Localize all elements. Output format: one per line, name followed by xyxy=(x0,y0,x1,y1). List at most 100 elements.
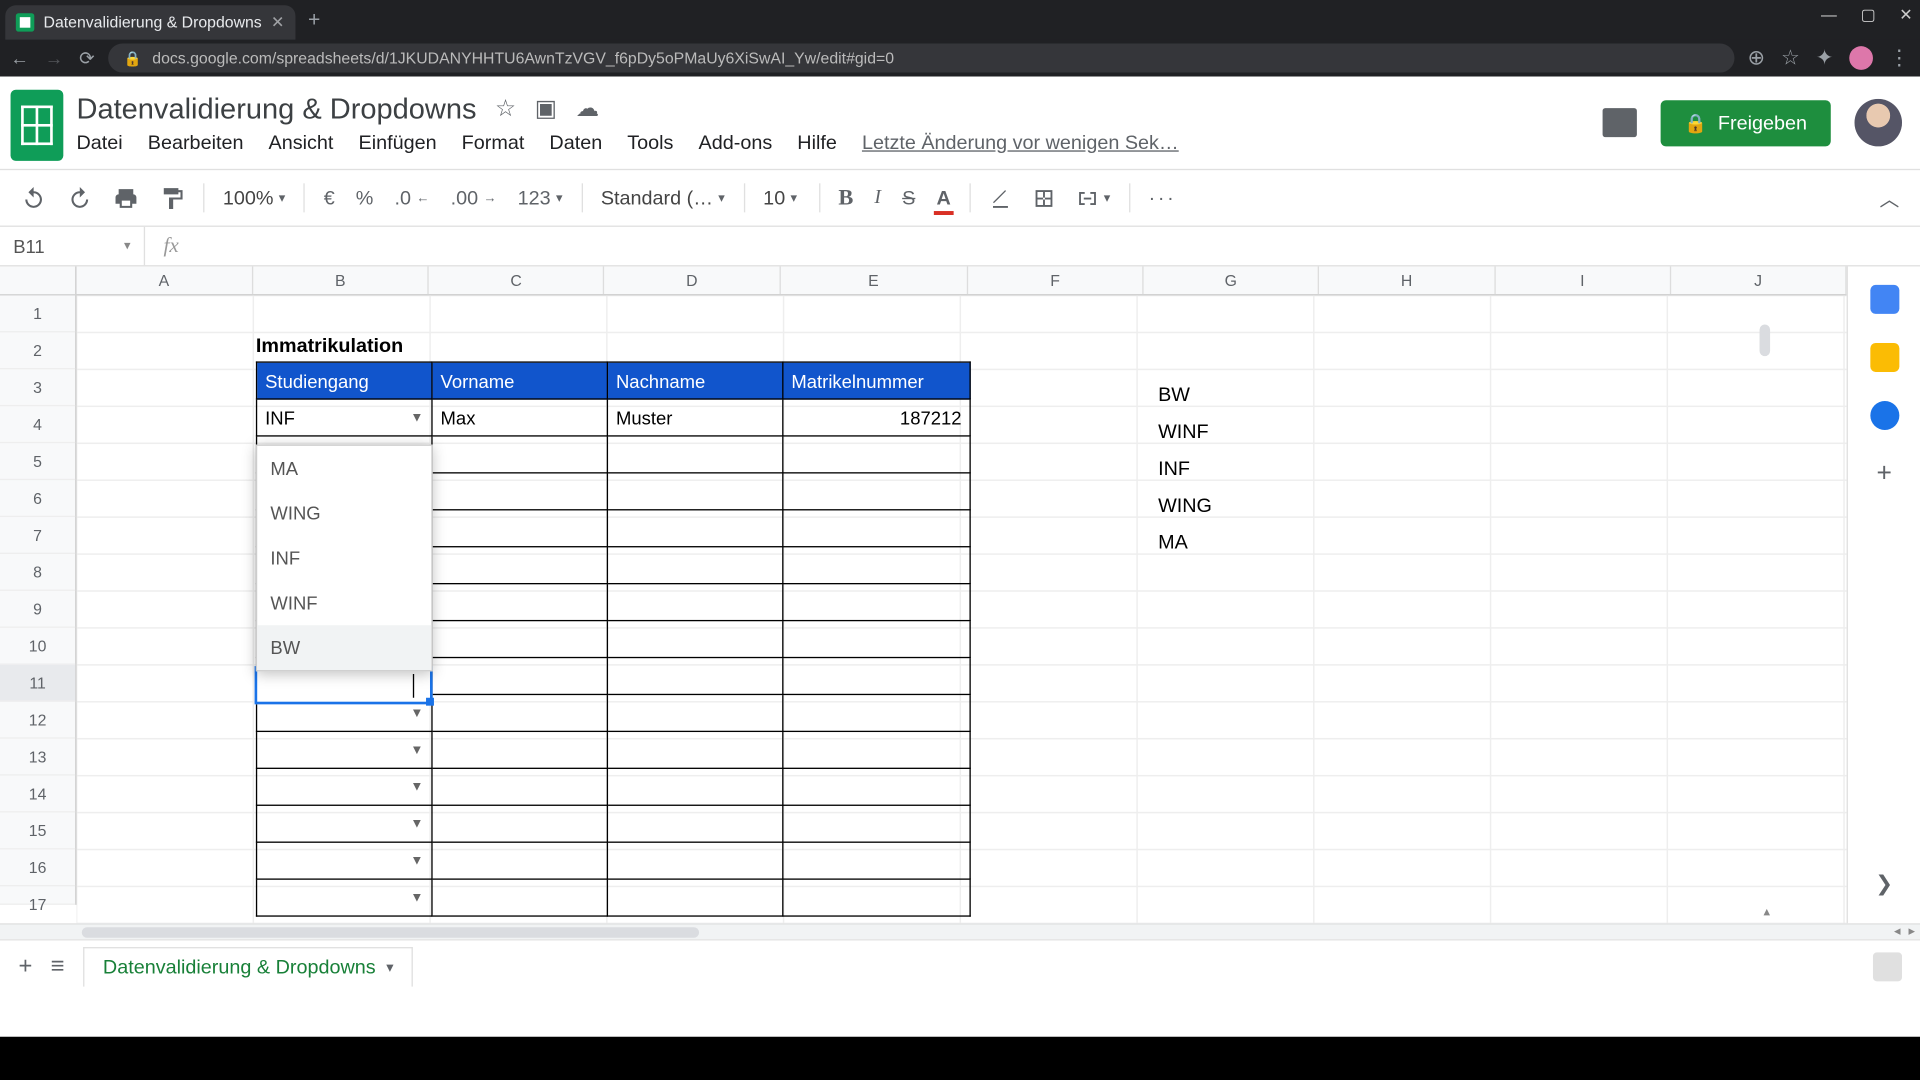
cell-e14[interactable] xyxy=(783,768,970,805)
column-header-a[interactable]: A xyxy=(76,266,253,294)
cell-d11[interactable] xyxy=(607,658,782,695)
cell-c6[interactable] xyxy=(432,473,607,510)
redo-button[interactable] xyxy=(65,180,95,216)
dropdown-option[interactable]: INF xyxy=(257,536,431,581)
profile-icon[interactable] xyxy=(1849,46,1873,70)
cell-e5[interactable] xyxy=(783,436,970,473)
row-header-12[interactable]: 12 xyxy=(0,702,75,739)
back-button[interactable]: ← xyxy=(11,47,29,69)
validation-dropdown[interactable]: MA WING INF WINF BW xyxy=(256,445,433,672)
address-bar[interactable]: 🔒 docs.google.com/spreadsheets/d/1JKUDAN… xyxy=(108,44,1734,73)
format-currency-button[interactable]: € xyxy=(321,181,337,214)
bold-button[interactable]: B xyxy=(836,179,856,216)
column-header-j[interactable]: J xyxy=(1671,266,1847,294)
cell-c16[interactable] xyxy=(432,842,607,879)
text-color-button[interactable]: A xyxy=(934,181,954,214)
th-studiengang[interactable]: Studiengang xyxy=(257,362,432,399)
dropdown-arrow-icon[interactable]: ▼ xyxy=(410,706,423,721)
cell-e8[interactable] xyxy=(783,547,970,584)
comments-icon[interactable] xyxy=(1603,108,1637,137)
chevron-down-icon[interactable]: ▾ xyxy=(386,958,393,975)
doc-title[interactable]: Datenvalidierung & Dropdowns xyxy=(77,92,477,126)
cell-d8[interactable] xyxy=(607,547,782,584)
cell-d6[interactable] xyxy=(607,473,782,510)
bookmark-icon[interactable]: ☆ xyxy=(1781,45,1800,71)
row-header-16[interactable]: 16 xyxy=(0,849,75,886)
column-header-d[interactable]: D xyxy=(605,266,781,294)
row-header-17[interactable]: 17 xyxy=(0,886,75,904)
calendar-addon-icon[interactable] xyxy=(1870,285,1899,314)
row-header-2[interactable]: 2 xyxy=(0,332,75,369)
th-matrikel[interactable]: Matrikelnummer xyxy=(783,362,970,399)
add-addon-button[interactable]: + xyxy=(1876,459,1891,489)
dropdown-option[interactable]: MA xyxy=(257,446,431,491)
extensions-icon[interactable]: ✦ xyxy=(1816,45,1834,71)
cell-d17[interactable] xyxy=(607,879,782,916)
th-vorname[interactable]: Vorname xyxy=(432,362,607,399)
cell-d10[interactable] xyxy=(607,621,782,658)
row-header-6[interactable]: 6 xyxy=(0,480,75,517)
fill-color-button[interactable] xyxy=(986,181,1014,214)
maximize-icon[interactable]: ▢ xyxy=(1861,5,1876,23)
undo-button[interactable] xyxy=(18,180,48,216)
row-header-5[interactable]: 5 xyxy=(0,443,75,480)
font-size-select[interactable]: 10 xyxy=(761,181,803,214)
cell-g5[interactable]: INF xyxy=(1158,451,1212,488)
print-button[interactable] xyxy=(111,180,141,216)
account-avatar[interactable] xyxy=(1855,99,1902,146)
cell-g3[interactable]: BW xyxy=(1158,377,1212,414)
all-sheets-button[interactable]: ≡ xyxy=(51,952,65,980)
cell-c4[interactable]: Max xyxy=(432,399,607,436)
row-header-7[interactable]: 7 xyxy=(0,517,75,554)
move-icon[interactable]: ▣ xyxy=(535,95,557,123)
dropdown-arrow-icon[interactable]: ▼ xyxy=(410,780,423,795)
dropdown-arrow-icon[interactable]: ▼ xyxy=(410,890,423,905)
cell-e4[interactable]: 187212 xyxy=(783,399,970,436)
column-header-f[interactable]: F xyxy=(968,266,1144,294)
tab-close-icon[interactable]: ✕ xyxy=(271,13,284,31)
row-header-9[interactable]: 9 xyxy=(0,591,75,628)
cell-c10[interactable] xyxy=(432,621,607,658)
cell-b13[interactable]: ▼ xyxy=(257,731,432,768)
keep-addon-icon[interactable] xyxy=(1870,343,1899,372)
collapse-toolbar-button[interactable]: ︿ xyxy=(1877,179,1902,217)
row-header-14[interactable]: 14 xyxy=(0,776,75,813)
cell-c9[interactable] xyxy=(432,584,607,621)
cell-c8[interactable] xyxy=(432,547,607,584)
dropdown-option[interactable]: BW xyxy=(257,625,431,670)
cell-b4[interactable]: INF▼ xyxy=(257,399,432,436)
share-button[interactable]: 🔒 Freigeben xyxy=(1661,100,1831,146)
cell-d15[interactable] xyxy=(607,805,782,842)
cell-e13[interactable] xyxy=(783,731,970,768)
cell-e10[interactable] xyxy=(783,621,970,658)
menu-ansicht[interactable]: Ansicht xyxy=(269,131,334,153)
row-header-3[interactable]: 3 xyxy=(0,369,75,406)
cell-c17[interactable] xyxy=(432,879,607,916)
th-nachname[interactable]: Nachname xyxy=(607,362,782,399)
cell-b15[interactable]: ▼ xyxy=(257,805,432,842)
decrease-decimal-button[interactable]: .0← xyxy=(392,181,432,214)
column-header-c[interactable]: C xyxy=(429,266,605,294)
increase-decimal-button[interactable]: .00→ xyxy=(448,181,499,214)
cell-c15[interactable] xyxy=(432,805,607,842)
borders-button[interactable] xyxy=(1030,181,1058,214)
browser-tab[interactable]: Datenvalidierung & Dropdowns ✕ xyxy=(5,5,295,39)
row-header-1[interactable]: 1 xyxy=(0,295,75,332)
menu-bearbeiten[interactable]: Bearbeiten xyxy=(148,131,244,153)
star-icon[interactable]: ☆ xyxy=(495,95,516,123)
paint-format-button[interactable] xyxy=(157,180,187,216)
cell-c12[interactable] xyxy=(432,694,607,731)
sheet-tab[interactable]: Datenvalidierung & Dropdowns ▾ xyxy=(83,946,413,986)
strikethrough-button[interactable]: S xyxy=(899,181,917,214)
merge-cells-button[interactable] xyxy=(1073,181,1113,214)
cell-b16[interactable]: ▼ xyxy=(257,842,432,879)
close-window-icon[interactable]: ✕ xyxy=(1899,5,1912,23)
cell-d12[interactable] xyxy=(607,694,782,731)
menu-format[interactable]: Format xyxy=(462,131,525,153)
cloud-status-icon[interactable]: ☁ xyxy=(576,95,600,123)
add-sheet-button[interactable]: + xyxy=(18,952,32,980)
cell-b17[interactable]: ▼ xyxy=(257,879,432,916)
cell-d13[interactable] xyxy=(607,731,782,768)
active-cell-b11[interactable] xyxy=(255,666,433,704)
cell-g7[interactable]: MA xyxy=(1158,525,1212,562)
